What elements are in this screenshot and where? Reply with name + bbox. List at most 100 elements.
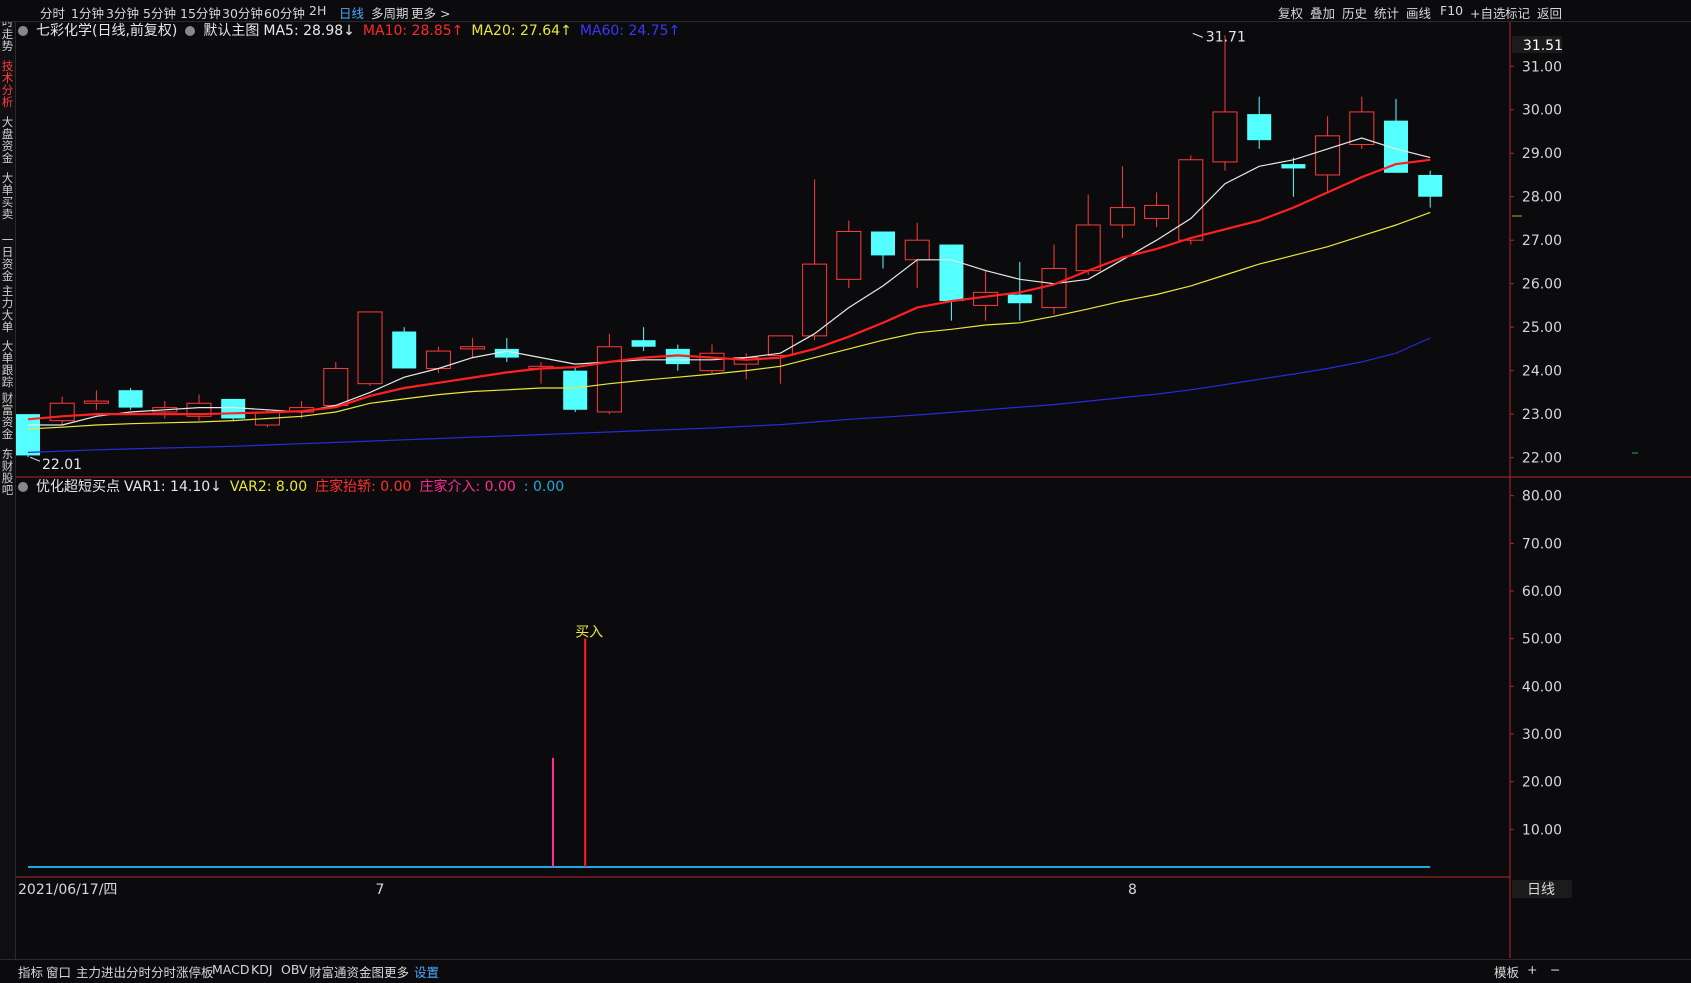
- candle-body: [83, 400, 109, 404]
- toolbar-right-2[interactable]: 历史: [1342, 3, 1367, 22]
- toolbar-right-8[interactable]: 返回: [1537, 3, 1562, 22]
- candle: [16, 414, 40, 458]
- candle: [392, 327, 417, 369]
- candle: [494, 338, 519, 362]
- sidebar-tab-1[interactable]: 技术分析: [0, 60, 15, 108]
- candle: [904, 222, 930, 289]
- main-indicator-name[interactable]: 默认主图: [203, 23, 259, 39]
- candle: [1281, 157, 1306, 197]
- toolbar-right-6[interactable]: +自选: [1470, 3, 1505, 22]
- sub-tick-label: 10.00: [1522, 822, 1562, 838]
- candle: [118, 388, 143, 410]
- period-tab-7[interactable]: 2H: [309, 3, 326, 18]
- candle-body: [1281, 164, 1306, 169]
- bottom-right-1[interactable]: +: [1527, 962, 1537, 977]
- sub-indicator-name[interactable]: 优化超短买点: [36, 479, 120, 495]
- bottom-tab-0[interactable]: 指标: [18, 962, 43, 981]
- candle: [83, 390, 109, 410]
- bottom-tab-5[interactable]: KDJ: [251, 962, 273, 977]
- ma20-value: MA20: 27.64↑: [471, 23, 572, 39]
- bottom-tab-4[interactable]: MACD: [212, 962, 249, 977]
- bottom-tab-6[interactable]: OBV: [281, 962, 308, 977]
- bottom-tab-8[interactable]: 更多: [384, 962, 409, 981]
- candle-body: [16, 414, 40, 456]
- var2-value: VAR2: 8.00: [229, 479, 308, 495]
- ma-line-ma60: [27, 337, 1431, 453]
- toolbar-right-0[interactable]: 复权: [1278, 3, 1303, 22]
- candle: [1075, 194, 1101, 275]
- candle: [767, 335, 793, 384]
- sidebar-tab-5[interactable]: 主力大单: [0, 285, 15, 333]
- candle: [596, 333, 622, 415]
- candle-body: [460, 346, 486, 350]
- last-value: : 0.00: [523, 479, 565, 495]
- candle: [665, 344, 690, 371]
- current-price-label: 31.51: [1523, 38, 1563, 54]
- toolbar-right-1[interactable]: 叠加: [1310, 3, 1335, 22]
- toolbar-right-5[interactable]: F10: [1440, 3, 1463, 18]
- candle-body: [802, 263, 828, 337]
- toolbar-right-4[interactable]: 画线: [1406, 3, 1431, 22]
- sub-tick-label: 80.00: [1522, 489, 1562, 505]
- candle-body: [596, 346, 622, 413]
- candle-body: [973, 291, 999, 306]
- candle-body: [563, 370, 588, 410]
- candle: [939, 244, 964, 321]
- price-tick-label: 31.00: [1522, 59, 1562, 75]
- candle-body: [904, 239, 930, 261]
- candle: [528, 361, 554, 384]
- low-marker: [29, 456, 41, 462]
- candle: [49, 396, 75, 425]
- candle-body: [1109, 207, 1135, 226]
- sidebar-tab-2[interactable]: 大盘资金: [0, 116, 15, 164]
- sidebar-tab-3[interactable]: 大单买卖: [0, 172, 15, 220]
- candle-body: [631, 340, 656, 347]
- bottom-tab-1[interactable]: 窗口: [46, 962, 71, 981]
- toolbar-right-7[interactable]: 标记: [1505, 3, 1530, 22]
- candle: [1109, 166, 1135, 239]
- candle: [1212, 35, 1238, 171]
- bottom-tab-7[interactable]: 财富通资金图: [309, 962, 384, 981]
- price-tick-label: 22.00: [1522, 451, 1562, 467]
- var1-value: VAR1: 14.10↓: [124, 479, 222, 495]
- ma10-value: MA10: 28.85↑: [362, 23, 464, 39]
- price-tick-label: 25.00: [1522, 320, 1562, 336]
- ma5-value: MA5: 28.98↓: [263, 23, 355, 39]
- sidebar-tab-4[interactable]: 一日资金: [0, 234, 15, 282]
- sub-tick-label: 60.00: [1522, 584, 1562, 600]
- sidebar-tab-6[interactable]: 大单跟踪: [0, 340, 15, 388]
- sub-indicator-toggle-icon[interactable]: [18, 482, 28, 492]
- bottom-right-2[interactable]: −: [1550, 962, 1560, 977]
- candle: [357, 311, 383, 386]
- price-tick-label: 28.00: [1522, 190, 1562, 206]
- candle: [1041, 244, 1067, 315]
- x-axis-label: 7: [376, 882, 385, 898]
- ma-line-ma5: [28, 137, 1431, 426]
- indicator-toggle-icon[interactable]: [18, 26, 28, 36]
- low-label: 22.01: [42, 457, 82, 473]
- candle-body: [323, 367, 349, 406]
- bottom-tab-9[interactable]: 设置: [414, 962, 439, 981]
- main-indicator-toggle-icon[interactable]: [185, 26, 196, 36]
- bottom-tab-3[interactable]: 分时涨停板: [151, 962, 214, 981]
- price-tick-label: 27.00: [1522, 233, 1562, 249]
- candle-body: [1007, 294, 1032, 304]
- candle: [836, 220, 862, 289]
- price-tick-label: 26.00: [1522, 277, 1562, 293]
- bottom-tab-2[interactable]: 主力进出分时: [76, 962, 151, 981]
- candle-body: [699, 352, 725, 372]
- sub-tick-label: 50.00: [1522, 632, 1562, 648]
- candle: [323, 361, 349, 408]
- sidebar-tab-8[interactable]: 东财股吧: [0, 448, 15, 496]
- sidebar-tab-7[interactable]: 财富资金: [0, 392, 15, 440]
- toolbar-right-3[interactable]: 统计: [1374, 3, 1399, 22]
- candle-body: [392, 331, 417, 369]
- bottom-right-0[interactable]: 模板: [1494, 962, 1519, 981]
- sub-tick-label: 20.00: [1522, 775, 1562, 791]
- candle-body: [1349, 111, 1375, 146]
- x-axis-label: 2021/06/17/四: [18, 882, 117, 898]
- enter-value: 庄家介入: 0.00: [419, 479, 516, 495]
- candle-body: [1178, 159, 1204, 241]
- sub-tick-label: 40.00: [1522, 679, 1562, 695]
- ma-line-ma20: [27, 211, 1431, 430]
